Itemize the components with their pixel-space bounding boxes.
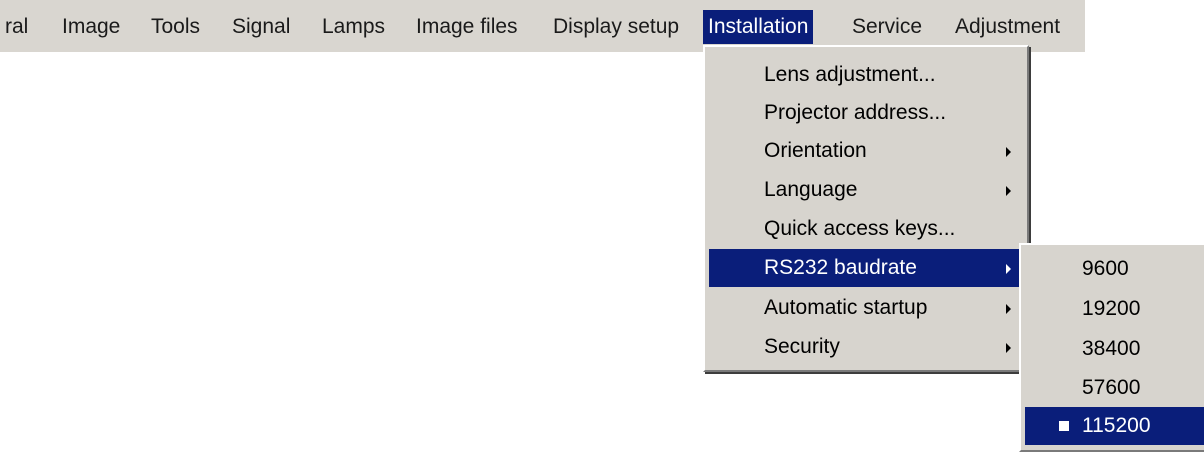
submenu-arrow-icon [1006, 343, 1011, 353]
menu-item-label: Security [764, 335, 840, 358]
menu-item-label: RS232 baudrate [764, 256, 917, 279]
baudrate-label: 115200 [1082, 414, 1151, 437]
baudrate-label: 19200 [1082, 297, 1141, 320]
menu-general[interactable]: ral [0, 10, 33, 44]
menu-item-label: Language [764, 178, 858, 201]
menu-tools[interactable]: Tools [146, 10, 205, 44]
baudrate-label: 38400 [1082, 337, 1141, 360]
baudrate-option-19200[interactable]: 19200 [1025, 290, 1204, 328]
menu-item-label: Orientation [764, 139, 867, 162]
submenu-arrow-icon [1006, 264, 1011, 274]
menu-image-files[interactable]: Image files [411, 10, 523, 44]
menu-adjustment[interactable]: Adjustment [950, 10, 1065, 44]
menu-item-label: Lens adjustment... [764, 63, 936, 86]
menu-signal[interactable]: Signal [227, 10, 295, 44]
menu-item-lens-adjustment[interactable]: Lens adjustment... [709, 56, 1021, 94]
menu-item-rs232-baudrate[interactable]: RS232 baudrate [709, 249, 1021, 287]
baudrate-option-9600[interactable]: 9600 [1025, 250, 1204, 288]
menu-item-orientation[interactable]: Orientation [709, 132, 1021, 170]
baudrate-option-115200[interactable]: 115200 [1025, 407, 1204, 445]
baudrate-submenu: 9600 19200 38400 57600 115200 [1019, 243, 1204, 452]
menu-item-label: Automatic startup [764, 296, 928, 319]
menu-image[interactable]: Image [57, 10, 125, 44]
menu-item-projector-address[interactable]: Projector address... [709, 94, 1021, 132]
menu-lamps[interactable]: Lamps [317, 10, 390, 44]
menu-item-language[interactable]: Language [709, 171, 1021, 209]
menu-item-automatic-startup[interactable]: Automatic startup [709, 289, 1021, 327]
menu-installation[interactable]: Installation [703, 10, 814, 44]
installation-dropdown: Lens adjustment... Projector address... … [703, 45, 1029, 372]
menu-item-label: Projector address... [764, 101, 947, 124]
baudrate-option-38400[interactable]: 38400 [1025, 330, 1204, 368]
submenu-arrow-icon [1006, 186, 1011, 196]
submenu-arrow-icon [1006, 147, 1011, 157]
baudrate-label: 57600 [1082, 376, 1141, 399]
menu-service[interactable]: Service [847, 10, 927, 44]
submenu-arrow-icon [1006, 304, 1011, 314]
menu-display-setup[interactable]: Display setup [548, 10, 684, 44]
baudrate-option-57600[interactable]: 57600 [1025, 369, 1204, 407]
menu-item-quick-access-keys[interactable]: Quick access keys... [709, 210, 1021, 248]
selected-marker-icon [1059, 421, 1069, 431]
baudrate-label: 9600 [1082, 257, 1129, 280]
menu-item-label: Quick access keys... [764, 217, 956, 240]
menu-item-security[interactable]: Security [709, 328, 1021, 366]
